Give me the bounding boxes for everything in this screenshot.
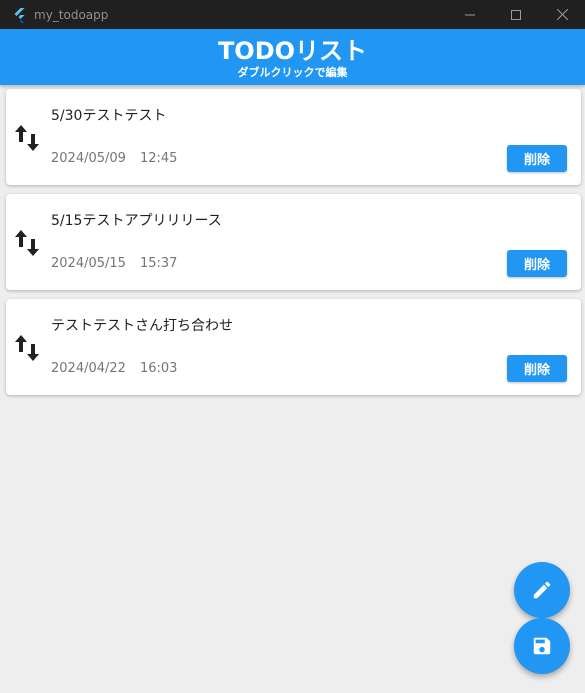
save-fab-button[interactable] [514,618,570,674]
delete-button[interactable]: 削除 [507,145,567,172]
todo-date: 2024/04/22 [51,361,126,376]
todo-date: 2024/05/09 [51,151,126,166]
window-bottom-edge [0,689,585,693]
todo-timestamp: 2024/04/22 16:03 [51,361,177,376]
close-icon [556,9,568,20]
todo-item[interactable]: 5/15テストアプリリリース 2024/05/15 15:37 削除 [6,194,581,290]
swap-vert-icon[interactable] [14,228,40,258]
edit-fab-button[interactable] [514,562,570,618]
delete-button[interactable]: 削除 [507,250,567,277]
todo-timestamp: 2024/05/15 15:37 [51,256,177,271]
close-button[interactable] [539,0,585,29]
todo-title: テストテストさん打ち合わせ [51,318,233,334]
page-title: TODOリスト [217,37,368,65]
page-subtitle: ダブルクリックで編集 [237,66,348,79]
delete-button[interactable]: 削除 [507,355,567,382]
window-title: my_todoapp [34,7,109,22]
todo-date: 2024/05/15 [51,256,126,271]
app-bar: TODOリスト ダブルクリックで編集 [0,29,585,85]
swap-vert-icon[interactable] [14,333,40,363]
todo-title: 5/15テストアプリリリース [51,213,222,229]
todo-item[interactable]: テストテストさん打ち合わせ 2024/04/22 16:03 削除 [6,299,581,395]
todo-time: 15:37 [139,256,178,271]
minimize-button[interactable] [447,0,493,29]
todo-time: 16:03 [139,361,178,376]
maximize-icon [511,9,521,20]
floppy-disk-icon [533,637,551,655]
maximize-button[interactable] [493,0,539,29]
todo-time: 12:45 [139,151,178,166]
pencil-icon [533,581,551,599]
window-controls [447,0,585,29]
flutter-logo-icon [14,7,25,23]
todo-list: 5/30テストテスト 2024/05/09 12:45 削除 5/15テストアプリ… [6,89,581,404]
todo-title: 5/30テストテスト [51,108,167,124]
swap-vert-icon[interactable] [14,123,40,153]
app-window: my_todoapp TODOリスト ダブルクリックで編集 5/30テストテスト… [0,0,585,693]
minimize-icon [465,14,475,15]
todo-item[interactable]: 5/30テストテスト 2024/05/09 12:45 削除 [6,89,581,185]
title-bar[interactable]: my_todoapp [0,0,585,29]
todo-timestamp: 2024/05/09 12:45 [51,151,177,166]
